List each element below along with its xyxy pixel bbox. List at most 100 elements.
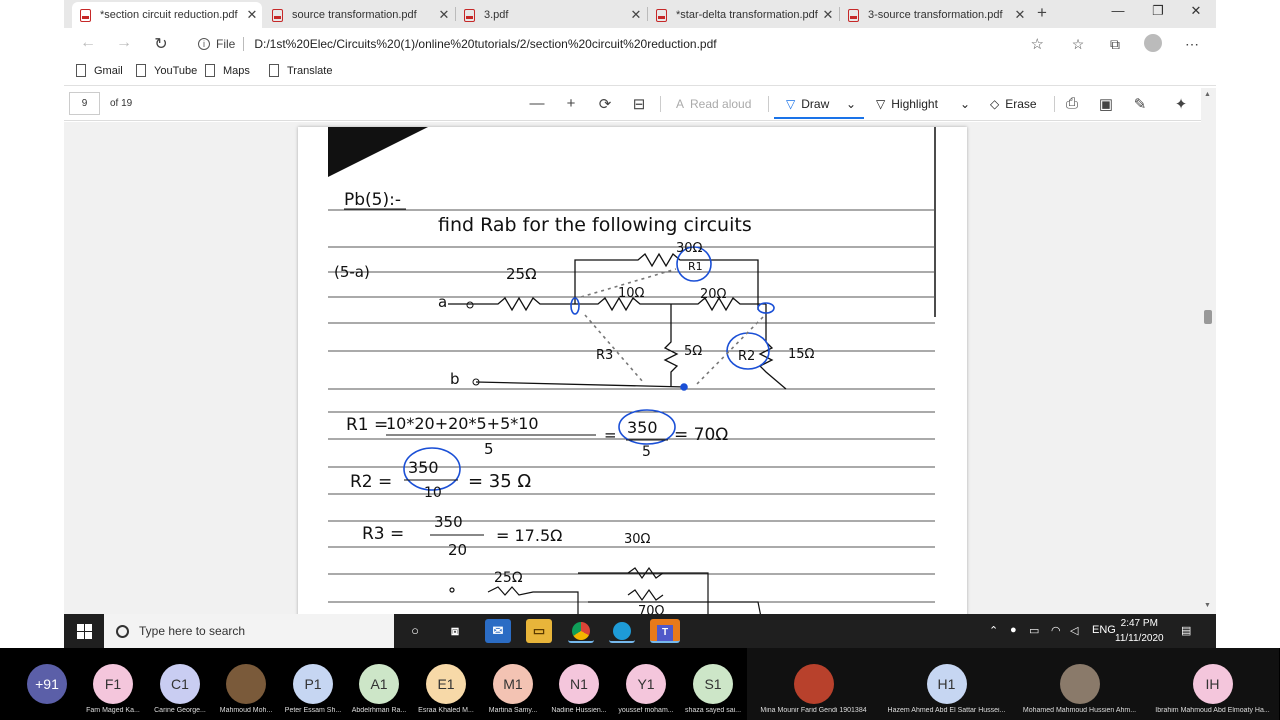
zoom-out-icon[interactable]: — (526, 95, 548, 112)
tab-3-source-transformation[interactable]: 3-source transformation.pdf ✕ (840, 2, 1030, 28)
participant-tile[interactable]: E1 Esraa Khaled M... (413, 648, 479, 720)
read-aloud-button[interactable]: A Read aloud (676, 97, 751, 111)
participant-tile[interactable]: A1 Abdelrhman Ra... (346, 648, 412, 720)
tab-section-circuit-reduction[interactable]: *section circuit reduction.pdf ✕ (72, 2, 262, 28)
avatar: +91 (27, 664, 67, 704)
participant-tile[interactable]: P1 Peter Essam Sh... (280, 648, 346, 720)
volume-icon[interactable]: ◁ (1070, 624, 1078, 637)
address-divider (243, 37, 245, 51)
collections-icon[interactable]: ⧉ (1105, 36, 1125, 53)
page-number-input[interactable]: 9 (69, 92, 100, 115)
participant-tile[interactable]: S1 shaza sayed sai... (680, 648, 746, 720)
participant-tile[interactable]: Y1 youssef moham... (613, 648, 679, 720)
draw-options-chevron-icon[interactable]: ⌄ (846, 97, 856, 111)
participant-tile[interactable]: H1 Hazem Ahmed Abd El Sattar Hussei... (880, 648, 1013, 720)
task-view-icon[interactable]: ⧈ (442, 619, 468, 643)
toolbar-divider (660, 96, 661, 112)
bookmark-gmail[interactable]: Gmail (76, 64, 123, 77)
more-menu-icon[interactable]: ⋯ (1182, 36, 1202, 53)
show-hidden-icons-icon[interactable]: ⌃ (989, 624, 998, 637)
favorites-icon[interactable]: ☆ (1068, 36, 1088, 53)
page-corner-shadow (328, 127, 428, 177)
wifi-icon[interactable]: ◠ (1051, 624, 1061, 637)
language-indicator[interactable]: ENG (1092, 624, 1116, 636)
minimize-icon[interactable]: — (1098, 3, 1138, 18)
chrome-icon[interactable] (568, 619, 594, 643)
save-as-icon[interactable]: ✎ (1129, 95, 1151, 113)
new-tab-icon[interactable]: + (1037, 3, 1047, 23)
bookmark-translate[interactable]: Translate (269, 64, 332, 77)
favorite-star-icon[interactable]: ☆ (1031, 35, 1044, 53)
taskbar-search-box[interactable]: Type here to search (104, 614, 394, 648)
edge-icon[interactable] (609, 619, 635, 643)
save-icon[interactable]: ▣ (1095, 95, 1117, 113)
eq3-lhs: R3 = (362, 524, 404, 544)
close-window-icon[interactable]: ✕ (1176, 3, 1216, 19)
system-clock[interactable]: 2:47 PM 11/11/2020 (1115, 616, 1164, 646)
avatar: M1 (493, 664, 533, 704)
scroll-thumb[interactable] (1204, 310, 1212, 324)
highlight-button[interactable]: ▽ Highlight (876, 97, 938, 111)
close-tab-icon[interactable]: ✕ (818, 7, 838, 23)
tab-3-pdf[interactable]: 3.pdf ✕ (456, 2, 646, 28)
bookmark-maps[interactable]: Maps (205, 64, 250, 77)
participant-tile[interactable]: +91 (14, 648, 80, 720)
refresh-icon[interactable]: ↻ (151, 34, 171, 54)
bookmark-youtube[interactable]: YouTube (136, 64, 197, 77)
pdf-page: Pb(5):- find Rab for the following circu… (298, 127, 967, 614)
print-icon[interactable]: ⎙ (1061, 95, 1083, 112)
address-bar[interactable]: i File D:/1st%20Elec/Circuits%20(1)/onli… (186, 31, 1050, 57)
info-icon[interactable]: i (198, 38, 210, 50)
zoom-in-icon[interactable]: + (560, 95, 582, 112)
erase-button[interactable]: ◇ Erase (990, 97, 1037, 111)
read-aloud-label: Read aloud (690, 97, 752, 111)
close-tab-icon[interactable]: ✕ (434, 7, 454, 23)
tab-source-transformation[interactable]: source transformation.pdf ✕ (264, 2, 454, 28)
page-icon (76, 64, 86, 77)
bookmarks-bar: Gmail YouTube Maps Translate (64, 60, 1216, 86)
scroll-up-icon[interactable]: ▲ (1204, 91, 1211, 98)
back-icon[interactable]: ← (78, 34, 98, 52)
mail-icon[interactable]: ✉ (485, 619, 511, 643)
teams-icon[interactable]: T (650, 619, 680, 643)
file-explorer-icon[interactable]: ▭ (526, 619, 552, 643)
tab-label: *star-delta transformation.pdf (676, 9, 818, 21)
participant-name: Mahmoud Moh... (219, 707, 273, 714)
start-button[interactable] (64, 614, 104, 648)
participant-tile[interactable]: F1 Fam Maged Ka... (80, 648, 146, 720)
scroll-down-icon[interactable]: ▼ (1204, 602, 1211, 609)
clock-time: 2:47 PM (1120, 618, 1158, 629)
forward-icon[interactable]: → (114, 34, 134, 52)
participant-tile[interactable]: N1 Nadine Hussien... (546, 648, 612, 720)
participant-tile[interactable]: C1 Carine George... (147, 648, 213, 720)
maximize-icon[interactable]: ❐ (1138, 3, 1178, 19)
microphone-icon[interactable]: ● (1010, 624, 1017, 636)
vertical-scrollbar[interactable]: ▲ ▼ (1201, 88, 1216, 614)
profile-avatar-icon[interactable] (1144, 34, 1162, 52)
fit-page-icon[interactable]: ⊟ (628, 95, 650, 113)
avatar-photo (226, 664, 266, 704)
cortana-icon[interactable]: ○ (402, 619, 428, 643)
rotate-icon[interactable]: ⟳ (594, 95, 616, 113)
pin-toolbar-icon[interactable]: ✦ (1170, 95, 1192, 113)
label-R1-node: R1 (688, 260, 703, 273)
participant-tile[interactable]: Mohamed Mahmoud Hussien Ahm... (1013, 648, 1146, 720)
circuit-diagram (448, 252, 787, 390)
tab-star-delta-transformation[interactable]: *star-delta transformation.pdf ✕ (648, 2, 838, 28)
close-tab-icon[interactable]: ✕ (242, 7, 262, 23)
participant-tile[interactable]: IH Ibrahim Mahmoud Abd Elmoaty Ha... (1146, 648, 1279, 720)
eq2-denominator: 10 (424, 485, 442, 501)
battery-icon[interactable]: ▭ (1029, 624, 1039, 637)
participant-tile[interactable]: M1 Martina Samy... (480, 648, 546, 720)
close-tab-icon[interactable]: ✕ (1010, 7, 1030, 23)
screen: *section circuit reduction.pdf ✕ source … (0, 0, 1280, 720)
close-tab-icon[interactable]: ✕ (626, 7, 646, 23)
participant-tile[interactable]: Mahmoud Moh... (213, 648, 279, 720)
highlight-options-chevron-icon[interactable]: ⌄ (960, 97, 970, 111)
address-url: D:/1st%20Elec/Circuits%20(1)/online%20tu… (254, 37, 717, 51)
draw-button[interactable]: ▽ Draw (786, 97, 829, 111)
participant-name: Hazem Ahmed Abd El Sattar Hussei... (887, 707, 1006, 714)
toolbar-divider (1054, 96, 1055, 112)
participant-tile[interactable]: Mina Mounir Farid Gendi 1901384 (747, 648, 880, 720)
notifications-icon[interactable]: ▤ (1181, 624, 1191, 637)
